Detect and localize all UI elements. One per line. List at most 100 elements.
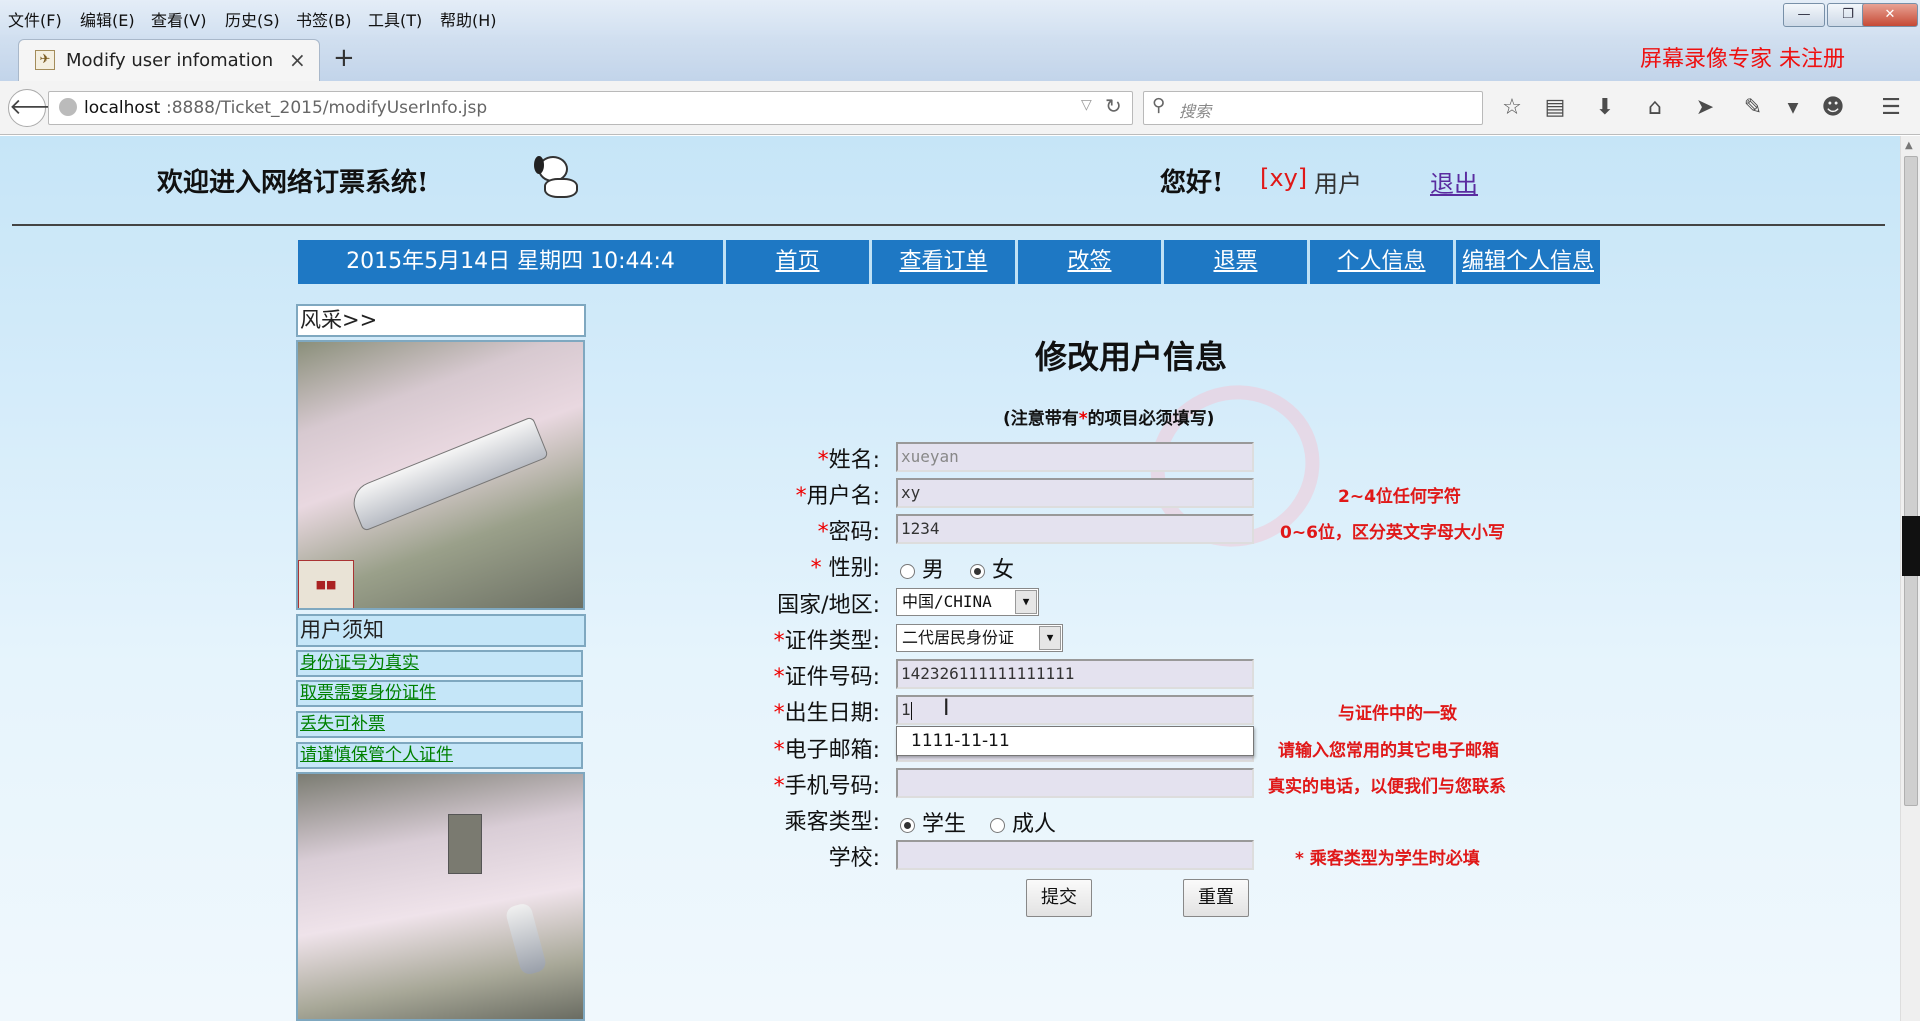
recorder-watermark: 屏幕录像专家 未注册 (1640, 47, 1845, 72)
passenger-adult-radio[interactable] (990, 817, 1006, 833)
logout-link[interactable]: 退出 (1430, 164, 1478, 199)
label-passenger: 乘客类型: (784, 810, 880, 835)
search-placeholder: 搜索 (1179, 102, 1212, 121)
hint-email: 请输入您常用的其它电子邮箱 (1278, 741, 1499, 761)
notice-link-id[interactable]: 身份证号为真实 (296, 650, 583, 677)
sidebar: 风采>> ■■ 用户须知 身份证号为真实 取票需要身份证件 丢失可补票 请谨慎保… (296, 304, 588, 1021)
dropdown-history-icon[interactable]: ▽ (1081, 97, 1092, 113)
required-note-star: * (1078, 409, 1088, 429)
back-arrow-icon[interactable]: 🡐 (8, 89, 68, 127)
close-window-button[interactable]: ✕ (1862, 3, 1918, 27)
gallery-title: 风采>> (296, 304, 586, 337)
name-input[interactable]: xueyan (896, 442, 1254, 472)
form-title: 修改用户信息 (1035, 338, 1228, 376)
submit-button[interactable]: 提交 (1026, 879, 1092, 917)
birth-value: 1 (901, 700, 911, 719)
nav-home[interactable]: 首页 (726, 240, 872, 284)
menu-edit[interactable]: 编辑(E) (80, 7, 135, 31)
chevron-down-icon: ▼ (1015, 590, 1037, 614)
url-host: localhost (84, 98, 161, 118)
phone-input[interactable] (896, 768, 1254, 798)
gender-female-label: 女 (992, 558, 1015, 583)
downloads-icon[interactable]: ⬇ (1590, 93, 1620, 123)
newspaper-logo: ■■ (298, 560, 354, 608)
tab-modify-user[interactable]: ✈ Modify user infomation × (18, 39, 320, 81)
nav-change-ticket[interactable]: 改签 (1018, 240, 1164, 284)
url-bar[interactable]: localhost :8888/Ticket_2015/modifyUserIn… (48, 91, 1133, 125)
menu-file[interactable]: 文件(F) (8, 7, 62, 31)
nav-personal-info[interactable]: 个人信息 (1310, 240, 1456, 284)
nav-edit-info[interactable]: 编辑个人信息 (1456, 240, 1600, 284)
site-info-icon[interactable] (59, 98, 77, 116)
country-select[interactable]: 中国/CHINA ▼ (896, 588, 1039, 616)
page-favicon-icon: ✈ (35, 50, 55, 70)
user-tag: [xy] (1260, 164, 1308, 192)
autocomplete-item[interactable]: 1111-11-11 (911, 731, 1010, 751)
menu-history[interactable]: 历史(S) (225, 7, 280, 31)
addon-dropdown-icon[interactable]: ▼ (1778, 93, 1808, 123)
watchtower-shape (448, 814, 482, 874)
idtype-select[interactable]: 二代居民身份证 ▼ (896, 624, 1063, 652)
hint-password: 0~6位，区分英文字母大小写 (1280, 523, 1505, 543)
label-password: *密码: (817, 520, 880, 545)
page-content: 欢迎进入网络订票系统! 您好! [xy] 用户 退出 2015年5月14日 星期… (0, 136, 1900, 1021)
notice-link-keep[interactable]: 请谨慎保管个人证件 (296, 742, 583, 769)
recorder-side-tab (1902, 516, 1920, 576)
username-input[interactable]: xy (896, 478, 1254, 508)
label-email: *电子邮箱: (773, 738, 880, 763)
scroll-up-icon[interactable]: ▲ (1905, 140, 1913, 151)
menu-view[interactable]: 查看(V) (151, 7, 206, 31)
notice-link-pickup[interactable]: 取票需要身份证件 (296, 680, 583, 707)
required-note-pre: (注意带有 (1003, 409, 1079, 429)
text-caret (910, 701, 912, 720)
mascot-dog-icon (530, 150, 586, 202)
gender-group: 男 女 (900, 552, 1014, 584)
label-username: *用户名: (795, 484, 880, 509)
reading-list-icon[interactable]: ▤ (1540, 93, 1570, 123)
train-shape (347, 416, 549, 532)
tab-title: Modify user infomation (66, 50, 274, 71)
new-tab-button[interactable]: + (333, 43, 355, 73)
reload-icon[interactable]: ↻ (1105, 94, 1122, 118)
header-divider (12, 224, 1885, 226)
greeting: 您好! (1160, 168, 1224, 198)
notice-link-lost[interactable]: 丢失可补票 (296, 711, 583, 738)
reset-button[interactable]: 重置 (1183, 879, 1249, 917)
minimize-button[interactable]: — (1783, 3, 1825, 27)
hint-username: 2~4位任何字符 (1338, 487, 1461, 507)
gender-male-radio[interactable] (900, 563, 915, 579)
label-gender: * 性别: (810, 556, 880, 581)
autocomplete-dropdown[interactable]: 1111-11-11 (896, 726, 1254, 756)
site-nav: 2015年5月14日 星期四 10:44:4 首页 查看订单 改签 退票 个人信… (298, 240, 1600, 284)
gender-male-label: 男 (922, 558, 945, 583)
nav-view-orders[interactable]: 查看订单 (872, 240, 1018, 284)
menu-help[interactable]: 帮助(H) (440, 7, 497, 31)
idnum-input[interactable]: 142326111111111111 (896, 659, 1254, 689)
addon-icon[interactable]: ✎ (1738, 93, 1768, 123)
search-icon: ⚲ (1152, 95, 1166, 116)
search-input[interactable]: ⚲ 搜索 (1143, 91, 1483, 125)
school-input[interactable] (896, 840, 1254, 870)
bookmark-star-icon[interactable]: ☆ (1497, 93, 1527, 123)
label-idtype: *证件类型: (773, 629, 880, 654)
home-icon[interactable]: ⌂ (1640, 93, 1670, 123)
chat-icon[interactable]: ☻ (1818, 93, 1848, 123)
gender-female-radio[interactable] (970, 563, 986, 579)
page-scrollbar[interactable]: ▲ (1900, 136, 1920, 1021)
close-tab-icon[interactable]: × (289, 48, 306, 72)
nav-refund[interactable]: 退票 (1164, 240, 1310, 284)
scrollbar-thumb[interactable] (1904, 156, 1918, 806)
train-photo-2 (296, 772, 585, 1021)
label-phone: *手机号码: (773, 774, 880, 799)
label-name: *姓名: (817, 448, 880, 473)
password-input[interactable]: 1234 (896, 514, 1254, 544)
send-icon[interactable]: ➤ (1690, 93, 1720, 123)
menu-bookmarks[interactable]: 书签(B) (296, 7, 351, 31)
nav-datetime: 2015年5月14日 星期四 10:44:4 (298, 240, 726, 284)
passenger-student-radio[interactable] (900, 817, 915, 833)
chevron-down-icon: ▼ (1039, 626, 1061, 650)
menu-tools[interactable]: 工具(T) (368, 7, 422, 31)
birth-input[interactable]: 1 (896, 695, 1254, 725)
hamburger-menu-icon[interactable]: ☰ (1876, 93, 1906, 123)
label-country: 国家/地区: (777, 593, 880, 618)
